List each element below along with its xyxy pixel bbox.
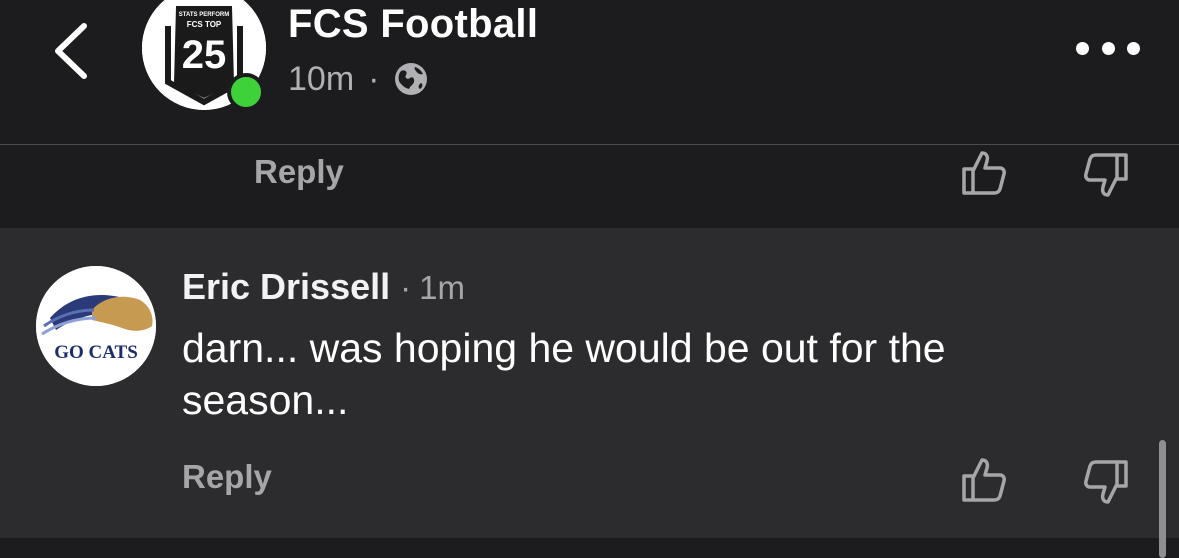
chevron-left-icon — [55, 23, 87, 79]
go-cats-logo: GO CATS — [36, 266, 156, 386]
more-dot-icon — [1076, 41, 1089, 55]
comment-author[interactable]: Eric Drissell — [182, 266, 390, 308]
comment-header: Eric Drissell · 1m — [182, 266, 465, 308]
back-button[interactable] — [44, 18, 100, 84]
comment-card: GO CATS Eric Drissell · 1m darn... was h… — [0, 228, 1179, 538]
more-options-button[interactable] — [1076, 36, 1140, 60]
comment-time: 1m — [419, 269, 465, 306]
post-meta: 10m · — [288, 58, 429, 100]
online-status-indicator — [227, 73, 265, 111]
reply-button[interactable]: Reply — [182, 458, 272, 496]
page-name[interactable]: FCS Football — [288, 0, 538, 48]
go-cats-text: GO CATS — [54, 342, 138, 363]
commenter-avatar[interactable]: GO CATS — [36, 266, 156, 386]
thumbs-down-icon[interactable] — [1082, 458, 1130, 506]
comment-separator: · — [400, 269, 412, 306]
previous-comment-actions: Reply — [0, 145, 1179, 228]
meta-separator: · — [368, 60, 380, 98]
thumbs-up-icon[interactable] — [960, 456, 1008, 504]
globe-icon — [395, 63, 428, 95]
thumbs-up-icon[interactable] — [960, 149, 1008, 197]
logo-text-brand: STATS PERFORM — [179, 12, 229, 18]
comment-body: darn... was hoping he would be out for t… — [182, 325, 946, 423]
scrollbar-thumb[interactable] — [1159, 440, 1166, 558]
logo-number: 25 — [182, 33, 227, 77]
more-dot-icon — [1127, 41, 1140, 55]
next-comment-edge — [0, 538, 1179, 558]
reply-button[interactable]: Reply — [254, 153, 344, 191]
post-time[interactable]: 10m — [288, 58, 354, 100]
more-dot-icon — [1101, 41, 1115, 55]
post-header: STATS PERFORM FCS TOP 25 FCS Football 10… — [0, 0, 1179, 144]
logo-text-fcs-top: FCS TOP — [187, 20, 222, 29]
thumbs-down-icon[interactable] — [1082, 151, 1130, 199]
